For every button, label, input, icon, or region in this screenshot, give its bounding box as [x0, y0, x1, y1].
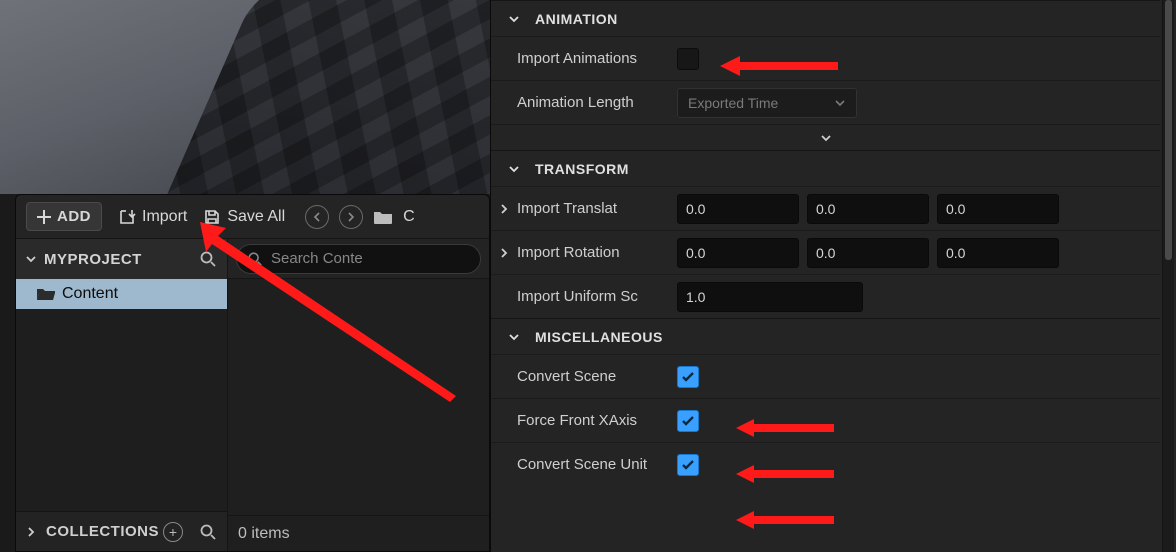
- checkbox-force-front-xaxis[interactable]: [677, 410, 699, 432]
- input-translation-y[interactable]: [807, 194, 929, 224]
- label-import-translation: Import Translat: [517, 200, 617, 217]
- label-import-animations: Import Animations: [491, 50, 671, 67]
- row-force-front-xaxis: Force Front XAxis: [491, 398, 1160, 442]
- input-translation-z[interactable]: [937, 194, 1059, 224]
- panel-scrollbar[interactable]: [1162, 0, 1174, 552]
- section-animation-label: ANIMATION: [535, 11, 618, 27]
- input-rotation-y[interactable]: [807, 238, 929, 268]
- import-icon: [118, 208, 136, 226]
- label-force-front-xaxis: Force Front XAxis: [491, 412, 671, 429]
- import-button[interactable]: Import: [118, 208, 187, 226]
- select-animation-length-value: Exported Time: [688, 95, 778, 111]
- input-uniform-scale[interactable]: [677, 282, 863, 312]
- collections-header[interactable]: COLLECTIONS +: [16, 511, 227, 551]
- add-button-label: ADD: [57, 208, 91, 225]
- row-import-rotation: Import Rotation: [491, 230, 1160, 274]
- scrollbar-thumb[interactable]: [1165, 0, 1172, 260]
- row-import-translation: Import Translat: [491, 186, 1160, 230]
- label-convert-scene-unit: Convert Scene Unit: [491, 456, 671, 473]
- nav-forward-button[interactable]: [339, 205, 363, 229]
- search-icon: [199, 250, 217, 268]
- add-collection-button[interactable]: +: [163, 522, 183, 542]
- row-convert-scene-unit: Convert Scene Unit: [491, 442, 1160, 486]
- save-all-button[interactable]: Save All: [203, 208, 285, 226]
- checkbox-convert-scene[interactable]: [677, 366, 699, 388]
- content-browser-panel: ADD Import Save All C: [15, 194, 490, 552]
- chevron-right-icon: [24, 525, 38, 539]
- nav-controls: C: [305, 205, 415, 229]
- folder-open-icon: [36, 286, 56, 302]
- section-misc-header[interactable]: MISCELLANEOUS: [491, 318, 1160, 354]
- input-rotation-z[interactable]: [937, 238, 1059, 268]
- tree-item-content[interactable]: Content: [16, 279, 227, 309]
- checkbox-convert-scene-unit[interactable]: [677, 454, 699, 476]
- arrow-left-icon: [312, 212, 322, 222]
- item-count-label: 0 items: [238, 525, 290, 543]
- chevron-down-icon: [819, 131, 833, 145]
- add-button[interactable]: ADD: [26, 202, 102, 231]
- source-tree: MYPROJECT Content COLLECTIONS: [16, 239, 228, 551]
- section-transform-label: TRANSFORM: [535, 161, 629, 177]
- label-animation-length: Animation Length: [491, 94, 671, 111]
- asset-search-input[interactable]: [271, 250, 470, 267]
- search-icon: [199, 523, 217, 541]
- chevron-down-icon: [507, 162, 521, 176]
- input-translation-x[interactable]: [677, 194, 799, 224]
- project-label: MYPROJECT: [44, 251, 142, 268]
- section-animation-header[interactable]: ANIMATION: [491, 0, 1160, 36]
- input-rotation-x[interactable]: [677, 238, 799, 268]
- label-convert-scene: Convert Scene: [491, 368, 671, 385]
- checkbox-import-animations[interactable]: [677, 48, 699, 70]
- asset-list: 0 items: [228, 239, 489, 551]
- collections-label: COLLECTIONS: [46, 523, 159, 540]
- collections-search-button[interactable]: [197, 521, 219, 543]
- select-animation-length[interactable]: Exported Time: [677, 88, 857, 118]
- content-browser-toolbar: ADD Import Save All C: [16, 195, 489, 239]
- viewport-3d[interactable]: [0, 0, 490, 194]
- asset-grid[interactable]: [228, 279, 489, 515]
- chevron-right-icon[interactable]: [497, 246, 511, 260]
- breadcrumb-initial[interactable]: C: [403, 208, 415, 226]
- chevron-down-icon: [507, 330, 521, 344]
- folder-icon[interactable]: [373, 209, 393, 225]
- nav-back-button[interactable]: [305, 205, 329, 229]
- project-header[interactable]: MYPROJECT: [16, 239, 227, 279]
- chevron-right-icon[interactable]: [497, 202, 511, 216]
- asset-status: 0 items: [228, 515, 489, 551]
- tree-search-button[interactable]: [197, 248, 219, 270]
- section-misc-label: MISCELLANEOUS: [535, 329, 663, 345]
- label-import-uniform-scale: Import Uniform Sc: [491, 288, 671, 305]
- section-transform-header[interactable]: TRANSFORM: [491, 150, 1160, 186]
- asset-search-box[interactable]: [236, 244, 481, 274]
- arrow-right-icon: [346, 212, 356, 222]
- row-convert-scene: Convert Scene: [491, 354, 1160, 398]
- import-button-label: Import: [142, 208, 187, 226]
- import-options-panel: ANIMATION Import Animations Animation Le…: [490, 0, 1176, 552]
- section-animation-more[interactable]: [491, 124, 1160, 150]
- chevron-down-icon: [507, 12, 521, 26]
- row-animation-length: Animation Length Exported Time: [491, 80, 1160, 124]
- search-icon: [247, 251, 263, 267]
- save-icon: [203, 208, 221, 226]
- row-import-animations: Import Animations: [491, 36, 1160, 80]
- save-all-button-label: Save All: [227, 208, 285, 226]
- chevron-down-icon: [834, 97, 846, 109]
- label-import-rotation: Import Rotation: [517, 244, 620, 261]
- tree-item-label: Content: [62, 285, 118, 303]
- chevron-down-icon: [24, 252, 38, 266]
- plus-icon: [37, 210, 51, 224]
- row-import-uniform-scale: Import Uniform Sc: [491, 274, 1160, 318]
